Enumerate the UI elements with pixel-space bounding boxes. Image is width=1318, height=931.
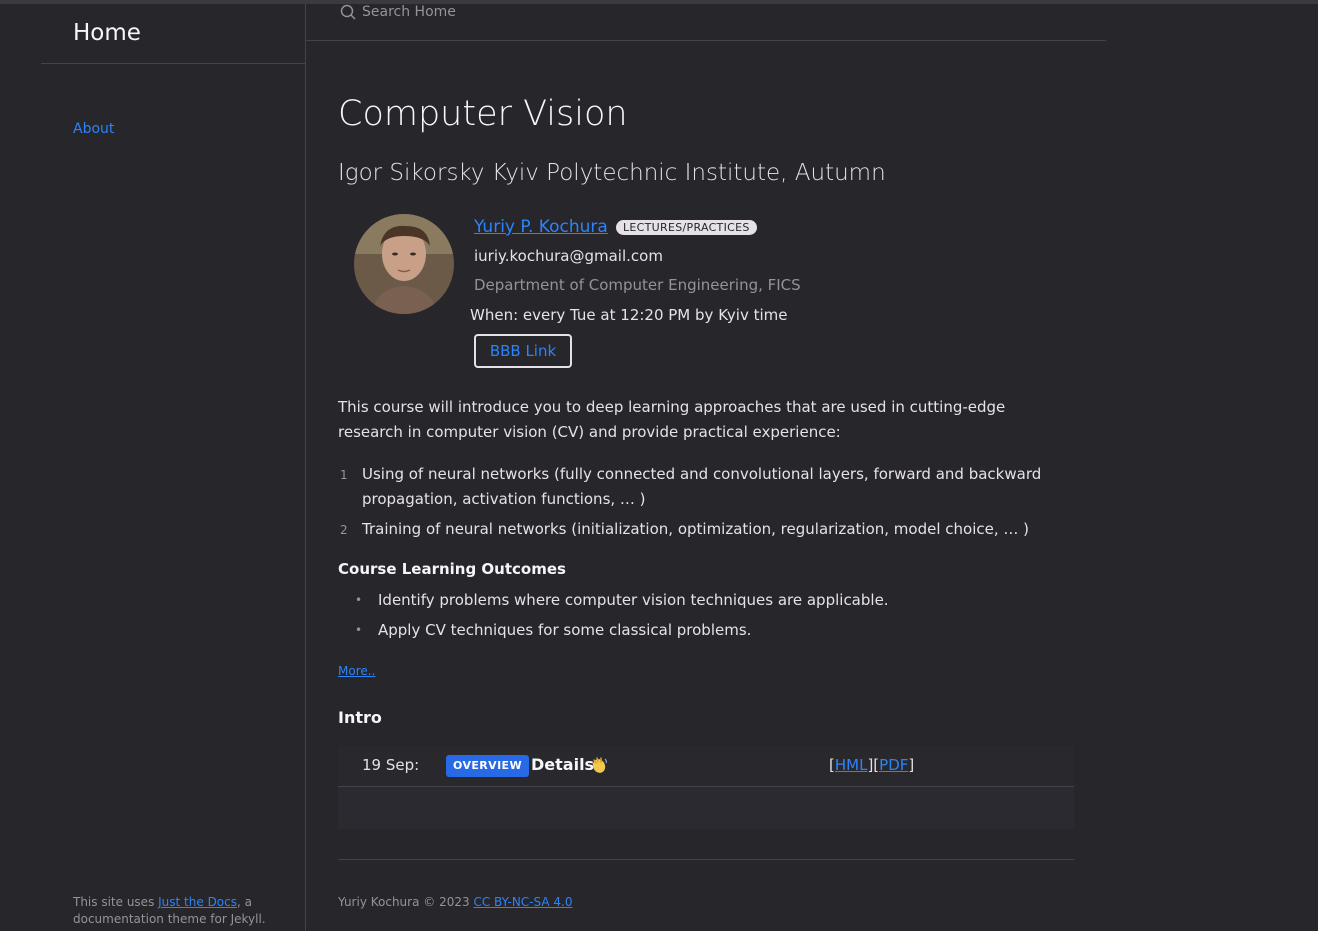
nav-item-about[interactable]: About bbox=[73, 121, 114, 137]
overview-badge: OVERVIEW bbox=[446, 755, 530, 777]
pdf-link[interactable]: PDF bbox=[879, 756, 908, 774]
list-item: 1 Using of neural networks (fully connec… bbox=[338, 462, 1073, 512]
class-time: When: every Tue at 12:20 PM by Kyiv time bbox=[470, 306, 788, 324]
page-footer: Yuriy Kochura © 2023 CC BY-NC-SA 4.0 bbox=[338, 895, 572, 909]
list-item-text: Training of neural networks (initializat… bbox=[362, 520, 1030, 538]
search-bar bbox=[306, 2, 1106, 41]
sidebar: Home About This site uses Just the Docs,… bbox=[0, 4, 306, 931]
page-title: Computer Vision bbox=[338, 94, 628, 134]
bullet-icon: • bbox=[355, 593, 363, 607]
waving-hand-icon bbox=[592, 757, 607, 773]
bracket-close: ] bbox=[908, 756, 915, 774]
footer-divider bbox=[338, 859, 1074, 860]
topic-list: 1 Using of neural networks (fully connec… bbox=[338, 462, 1073, 547]
search-icon bbox=[340, 4, 356, 20]
hml-link[interactable]: HML bbox=[835, 756, 868, 774]
bbb-link-button[interactable]: BBB Link bbox=[474, 334, 572, 368]
sidebar-footer-prefix: This site uses bbox=[73, 895, 159, 909]
list-item-text: Apply CV techniques for some classical p… bbox=[378, 621, 752, 639]
course-intro: This course will introduce you to deep l… bbox=[338, 398, 1006, 441]
page-subtitle: Igor Sikorsky Kyiv Polytechnic Institute… bbox=[338, 160, 886, 186]
row-date: 19 Sep: bbox=[362, 756, 420, 774]
table-row: 19 Sep: OVERVIEW Details [HML][PDF] bbox=[338, 746, 1074, 787]
list-item: • Apply CV techniques for some classical… bbox=[338, 618, 1073, 643]
schedule-table: 19 Sep: OVERVIEW Details [HML][PDF] bbox=[338, 746, 1074, 829]
list-number: 2 bbox=[340, 523, 348, 537]
staff-name-link[interactable]: Yuriy P. Kochura bbox=[474, 217, 608, 237]
role-badge: LECTURES/PRACTICES bbox=[616, 220, 757, 235]
site-title-label[interactable]: Home bbox=[73, 20, 141, 46]
site-title[interactable]: Home bbox=[41, 4, 305, 64]
bracket-mid: ][ bbox=[867, 756, 880, 774]
list-number: 1 bbox=[340, 468, 348, 482]
footer-copyright: Yuriy Kochura © 2023 bbox=[338, 895, 474, 909]
staff-email: iuriy.kochura@gmail.com bbox=[474, 247, 663, 265]
list-item: 2 Training of neural networks (initializ… bbox=[338, 517, 1073, 542]
avatar bbox=[354, 214, 454, 314]
staff-department: Department of Computer Engineering, FICS bbox=[474, 276, 801, 294]
bullet-icon: • bbox=[355, 623, 363, 637]
list-item: • Identify problems where computer visio… bbox=[338, 588, 1073, 613]
more-link[interactable]: More.. bbox=[338, 664, 375, 678]
row-links: [HML][PDF] bbox=[829, 756, 914, 774]
sidebar-footer: This site uses Just the Docs, a document… bbox=[73, 894, 273, 928]
row-title: Details bbox=[531, 755, 595, 774]
avatar-photo bbox=[354, 214, 454, 314]
section-heading-intro: Intro bbox=[338, 708, 382, 727]
outcomes-list: • Identify problems where computer visio… bbox=[338, 588, 1073, 648]
license-link[interactable]: CC BY-NC-SA 4.0 bbox=[473, 895, 572, 909]
list-item-text: Using of neural networks (fully connecte… bbox=[362, 465, 1042, 508]
outcomes-heading: Course Learning Outcomes bbox=[338, 560, 566, 578]
search-input[interactable] bbox=[362, 2, 762, 22]
just-the-docs-link[interactable]: Just the Docs bbox=[158, 895, 237, 909]
list-item-text: Identify problems where computer vision … bbox=[378, 591, 889, 609]
